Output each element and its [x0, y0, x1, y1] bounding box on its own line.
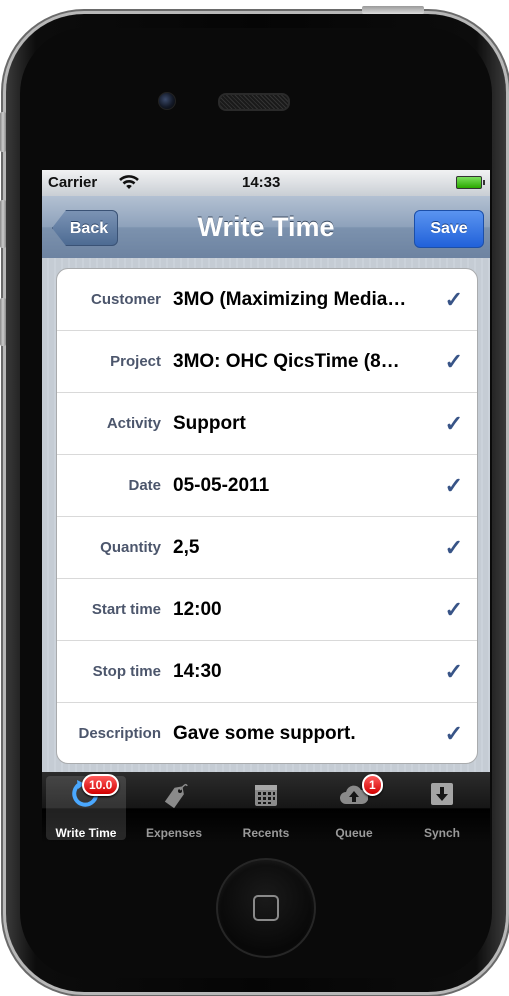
quantity-row[interactable]: Quantity 2,5 ✓ — [57, 517, 477, 579]
checkmark-icon: ✓ — [444, 287, 463, 312]
tab-label: Synch — [423, 826, 460, 840]
tab-badge: 10.0 — [82, 774, 120, 796]
tab-label: Expenses — [145, 826, 203, 840]
row-label: Stop time — [92, 663, 161, 680]
tab-bar: 10.0 Write Time Expenses Recents 1 Queue… — [42, 772, 490, 844]
row-label: Activity — [106, 415, 161, 432]
home-button[interactable] — [216, 858, 316, 958]
volume-up-button — [0, 200, 6, 248]
status-time: 14:33 — [242, 174, 281, 191]
start-time-row[interactable]: Start time 12:00 ✓ — [57, 579, 477, 641]
row-value: Gave some support. — [173, 723, 356, 744]
wifi-icon — [119, 175, 139, 189]
tab-queue[interactable]: 1 Queue — [314, 774, 394, 840]
tab-label: Recents — [242, 826, 290, 840]
price-tag-icon — [164, 783, 188, 808]
mute-switch — [0, 112, 6, 152]
navigation-bar: Back Write Time Save — [42, 196, 490, 259]
tab-synch[interactable]: Synch — [402, 776, 482, 840]
front-camera — [158, 92, 176, 110]
description-row[interactable]: Description Gave some support. ✓ — [57, 703, 477, 763]
row-value: 12:00 — [173, 599, 222, 620]
form-background: Customer 3MO (Maximizing Media… ✓ Projec… — [42, 258, 490, 772]
time-entry-form: Customer 3MO (Maximizing Media… ✓ Projec… — [56, 268, 478, 764]
row-label: Project — [110, 353, 161, 370]
screen: Carrier 14:33 Back Write Time Save Custo… — [42, 170, 490, 772]
checkmark-icon: ✓ — [444, 597, 463, 622]
checkmark-icon: ✓ — [444, 473, 463, 498]
checkmark-icon: ✓ — [444, 659, 463, 684]
row-value: 05-05-2011 — [173, 475, 270, 496]
tab-badge: 1 — [362, 774, 383, 796]
checkmark-icon: ✓ — [444, 411, 463, 436]
project-row[interactable]: Project 3MO: OHC QicsTime (8… ✓ — [57, 331, 477, 393]
carrier-name: Carrier — [48, 174, 98, 191]
tab-label: Write Time — [55, 826, 117, 840]
row-label: Date — [128, 477, 161, 494]
row-label: Description — [78, 725, 161, 742]
row-value: 2,5 — [173, 537, 200, 558]
date-row[interactable]: Date 05-05-2011 ✓ — [57, 455, 477, 517]
earpiece-speaker — [218, 93, 290, 111]
volume-down-button — [0, 298, 6, 346]
tab-label: Queue — [335, 826, 373, 840]
home-square-icon — [253, 895, 279, 921]
checkmark-icon: ✓ — [444, 535, 463, 560]
calendar-icon — [255, 785, 277, 806]
row-value: 14:30 — [173, 661, 222, 682]
save-button[interactable]: Save — [414, 210, 484, 248]
activity-row[interactable]: Activity Support ✓ — [57, 393, 477, 455]
row-label: Customer — [90, 291, 161, 308]
row-value: 3MO: OHC QicsTime (8… — [173, 351, 400, 372]
row-value: Support — [173, 413, 246, 434]
row-label: Start time — [91, 601, 161, 618]
status-bar: Carrier 14:33 — [42, 170, 490, 196]
download-arrow-icon — [431, 783, 453, 805]
row-label: Quantity — [100, 539, 161, 556]
checkmark-icon: ✓ — [444, 349, 463, 374]
stop-time-row[interactable]: Stop time 14:30 ✓ — [57, 641, 477, 703]
tab-expenses[interactable]: Expenses — [134, 776, 214, 840]
top-button — [362, 6, 424, 14]
tab-recents[interactable]: Recents — [226, 776, 306, 840]
battery-icon — [456, 176, 485, 189]
tab-write-time[interactable]: 10.0 Write Time — [46, 774, 126, 840]
customer-row[interactable]: Customer 3MO (Maximizing Media… ✓ — [57, 269, 477, 331]
row-value: 3MO (Maximizing Media… — [173, 289, 407, 310]
checkmark-icon: ✓ — [444, 721, 463, 746]
